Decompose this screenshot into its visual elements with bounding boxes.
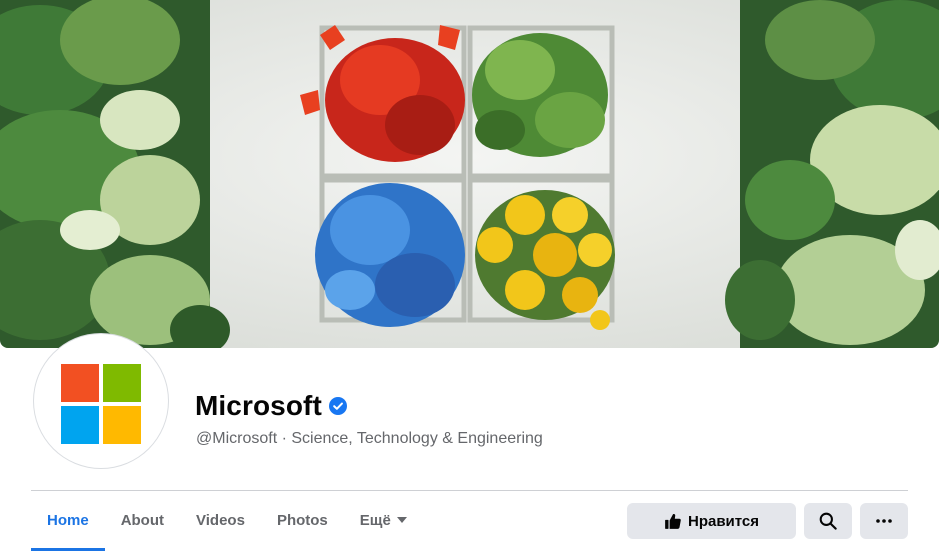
- tab-label: Photos: [276, 511, 328, 529]
- page-title: Microsoft: [195, 390, 322, 421]
- tab-more[interactable]: Ещё: [344, 491, 423, 549]
- left-foliage: [0, 0, 230, 348]
- logo-square-green: [103, 364, 141, 402]
- microsoft-logo: [61, 364, 141, 444]
- tab-home[interactable]: Home: [31, 491, 105, 551]
- caret-down-icon: [396, 517, 407, 523]
- search-icon: [819, 512, 837, 530]
- page-actions: Нравится: [627, 503, 908, 539]
- tab-label: Ещё: [359, 511, 391, 529]
- tab-label: Home: [47, 511, 89, 529]
- cover-photo[interactable]: [0, 0, 939, 348]
- like-label: Нравится: [687, 512, 760, 530]
- logo-square-red: [61, 364, 99, 402]
- right-foliage: [725, 0, 939, 348]
- page-tabs: Home About Videos Photos Ещё: [31, 491, 423, 551]
- tab-label: About: [120, 511, 165, 529]
- page-handle-category: @Microsoft · Science, Technology & Engin…: [196, 430, 543, 447]
- tab-about[interactable]: About: [105, 491, 180, 549]
- logo-square-blue: [61, 406, 99, 444]
- verified-badge-icon[interactable]: [329, 397, 347, 415]
- thumbs-up-icon: [665, 514, 681, 529]
- cover-illustration: [0, 0, 939, 348]
- page-avatar[interactable]: [34, 334, 168, 468]
- tab-label: Videos: [196, 511, 245, 529]
- search-button[interactable]: [804, 503, 852, 539]
- blue-flowers: [315, 183, 465, 327]
- logo-square-yellow: [103, 406, 141, 444]
- like-button[interactable]: Нравится: [627, 503, 796, 539]
- green-herbs: [472, 33, 608, 157]
- more-icon: [876, 519, 892, 523]
- tab-photos[interactable]: Photos: [261, 491, 344, 549]
- tab-videos[interactable]: Videos: [180, 491, 261, 549]
- more-button[interactable]: [860, 503, 908, 539]
